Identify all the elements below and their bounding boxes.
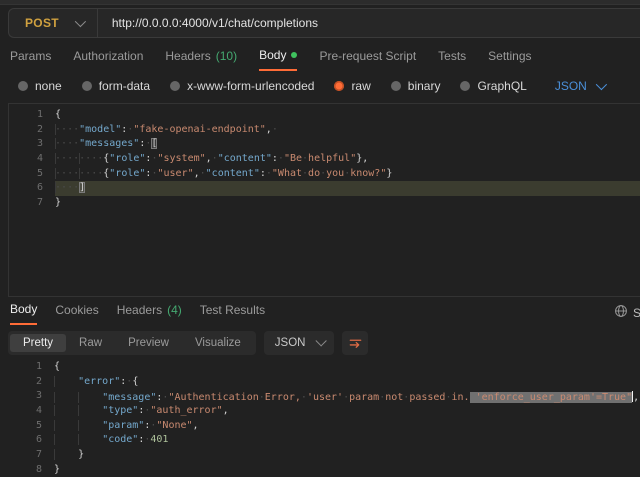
line-number: 8 [8,463,54,477]
radio-icon [334,81,344,91]
body-type-GraphQL[interactable]: GraphQL [460,79,526,93]
tab-pre-request-script[interactable]: Pre-request Script [319,48,416,71]
chevron-down-icon [75,16,86,27]
response-tab-test-results[interactable]: Test Results [200,302,265,325]
response-header-icons [614,304,628,318]
body-type-x-www-form-urlencoded[interactable]: x-www-form-urlencoded [170,79,314,93]
chevron-down-icon [596,79,607,90]
response-view-switcher: PrettyRawPreviewVisualize [8,331,256,355]
response-tab-body[interactable]: Body [10,302,37,325]
line-number: 2 [8,375,54,390]
chevron-down-icon [316,335,327,346]
line-number: 1 [9,108,55,123]
body-type-none[interactable]: none [18,79,62,93]
code-line: 7 } [8,448,640,463]
body-type-form-data[interactable]: form-data [82,79,150,93]
request-url-bar: POST http://0.0.0.0:4000/v1/chat/complet… [8,8,640,38]
text-caret [632,391,633,402]
code-line: 1{ [9,108,640,123]
radio-icon [170,81,180,91]
line-number: 7 [9,196,55,211]
tab-tests[interactable]: Tests [438,48,466,71]
line-number: 2 [9,123,55,138]
view-preview[interactable]: Preview [115,334,182,352]
method-label: POST [25,16,59,30]
body-type-raw[interactable]: raw [334,79,370,93]
tab-authorization[interactable]: Authorization [73,48,143,71]
code-line: 5 "param":·"None", [8,419,640,434]
response-language-dropdown[interactable]: JSON [264,331,335,355]
tab-params[interactable]: Params [10,48,51,71]
tab-headers[interactable]: Headers(10) [165,48,237,71]
tab-settings[interactable]: Settings [488,48,531,71]
code-line: 6····] [9,181,640,196]
body-type-binary[interactable]: binary [391,79,441,93]
response-tab-headers[interactable]: Headers(4) [117,302,182,325]
line-number: 5 [8,419,54,434]
response-language-label: JSON [275,337,306,349]
code-line: 3····"messages":·[ [9,137,640,152]
status-label-cut: S [633,306,640,320]
unsaved-dot-icon [291,52,297,58]
request-tabs: Params Authorization Headers(10) Body Pre-re… [10,48,532,71]
code-line: 5········{"role":·"user",·"content":·"Wh… [9,167,640,182]
radio-icon [82,81,92,91]
response-toolbar: PrettyRawPreviewVisualize JSON [8,331,368,355]
radio-icon [391,81,401,91]
radio-icon [18,81,28,91]
view-pretty[interactable]: Pretty [10,334,66,352]
line-number: 5 [9,167,55,182]
line-number: 3 [8,389,54,404]
code-line: 8} [8,463,640,477]
view-visualize[interactable]: Visualize [182,334,254,352]
url-input[interactable]: http://0.0.0.0:4000/v1/chat/completions [98,16,318,30]
tab-body[interactable]: Body [259,48,297,71]
line-number: 6 [8,433,54,448]
code-line: 6 "code":·401 [8,433,640,448]
top-divider [0,0,640,5]
radio-icon [460,81,470,91]
code-line: 4 "type":·"auth_error", [8,404,640,419]
line-number: 6 [9,181,55,196]
response-tabs: Body Cookies Headers(4) Test Results [10,302,640,325]
view-raw[interactable]: Raw [66,334,115,352]
wrap-lines-button[interactable] [342,331,368,355]
request-language-dropdown[interactable]: JSON [555,79,604,93]
line-number: 4 [9,152,55,167]
code-line: 2 "error":·{ [8,375,640,390]
line-number: 4 [8,404,54,419]
response-body-editor[interactable]: 1{2 "error":·{3 "message":·"Authenticati… [8,356,640,477]
code-line: 3 "message":·"Authentication·Error,·'use… [8,389,640,404]
body-type-row: none form-data x-www-form-urlencoded raw bin… [18,76,604,96]
response-tab-cookies[interactable]: Cookies [55,302,98,325]
globe-icon[interactable] [614,304,628,318]
code-line: 4········{"role":·"system",·"content":·"… [9,152,640,167]
line-number: 3 [9,137,55,152]
line-number: 1 [8,360,54,375]
line-number: 7 [8,448,54,463]
code-line: 1{ [8,360,640,375]
postman-app: POST http://0.0.0.0:4000/v1/chat/complet… [0,0,640,477]
code-line: 7} [9,196,640,211]
code-line: 2····"model":·"fake-openai-endpoint",· [9,123,640,138]
method-selector[interactable]: POST [9,9,97,37]
wrap-lines-icon [348,336,363,351]
request-body-editor[interactable]: 1{2····"model":·"fake-openai-endpoint",·… [8,103,640,297]
